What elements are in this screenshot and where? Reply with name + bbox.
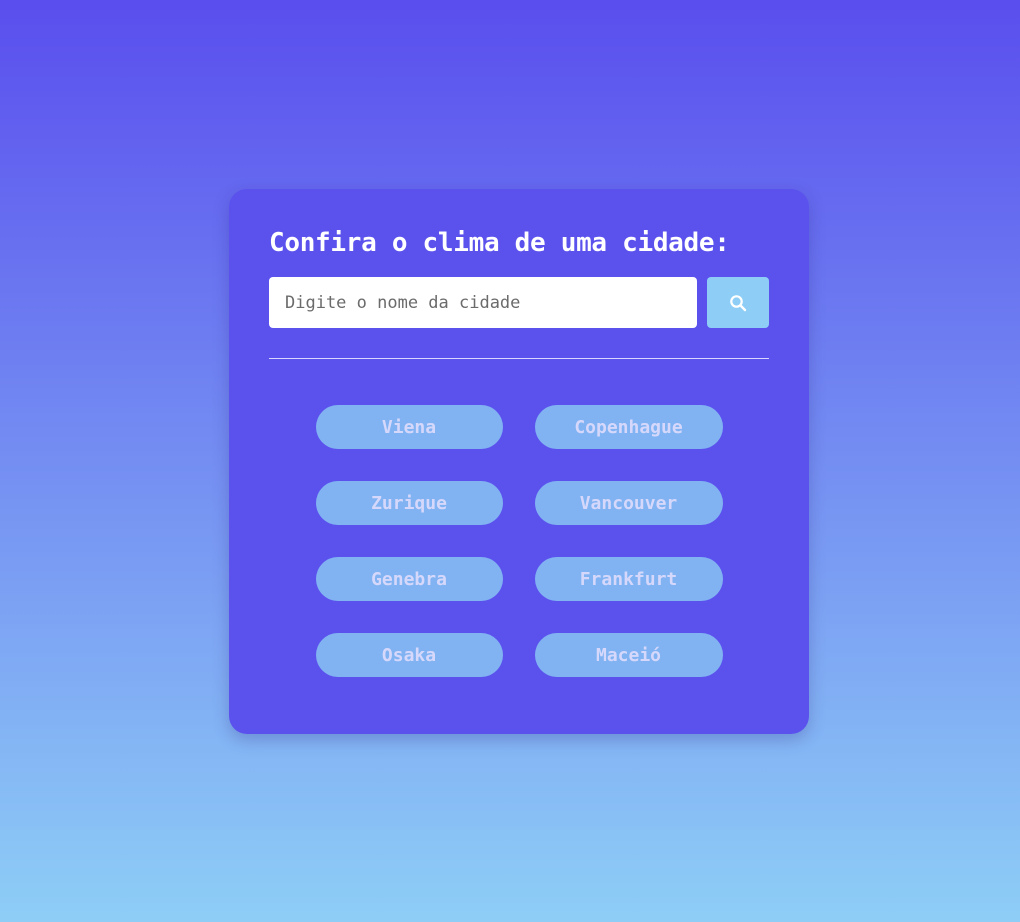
search-row xyxy=(269,277,769,328)
city-button-copenhague[interactable]: Copenhague xyxy=(534,405,723,449)
city-button-frankfurt[interactable]: Frankfurt xyxy=(534,557,723,601)
city-button-zurique[interactable]: Zurique xyxy=(315,481,503,525)
search-icon xyxy=(729,294,747,312)
city-button-osaka[interactable]: Osaka xyxy=(315,633,503,677)
suggested-cities: Viena Copenhague Zurique Vancouver Geneb… xyxy=(269,405,769,677)
city-search-input[interactable] xyxy=(269,277,697,328)
search-button[interactable] xyxy=(707,277,769,328)
weather-card: Confira o clima de uma cidade: Viena Cop… xyxy=(229,189,809,734)
divider xyxy=(269,358,769,359)
card-title: Confira o clima de uma cidade: xyxy=(269,228,730,258)
city-button-genebra[interactable]: Genebra xyxy=(315,557,503,601)
city-button-vancouver[interactable]: Vancouver xyxy=(534,481,723,525)
city-button-maceio[interactable]: Maceió xyxy=(534,633,723,677)
city-button-viena[interactable]: Viena xyxy=(315,405,503,449)
